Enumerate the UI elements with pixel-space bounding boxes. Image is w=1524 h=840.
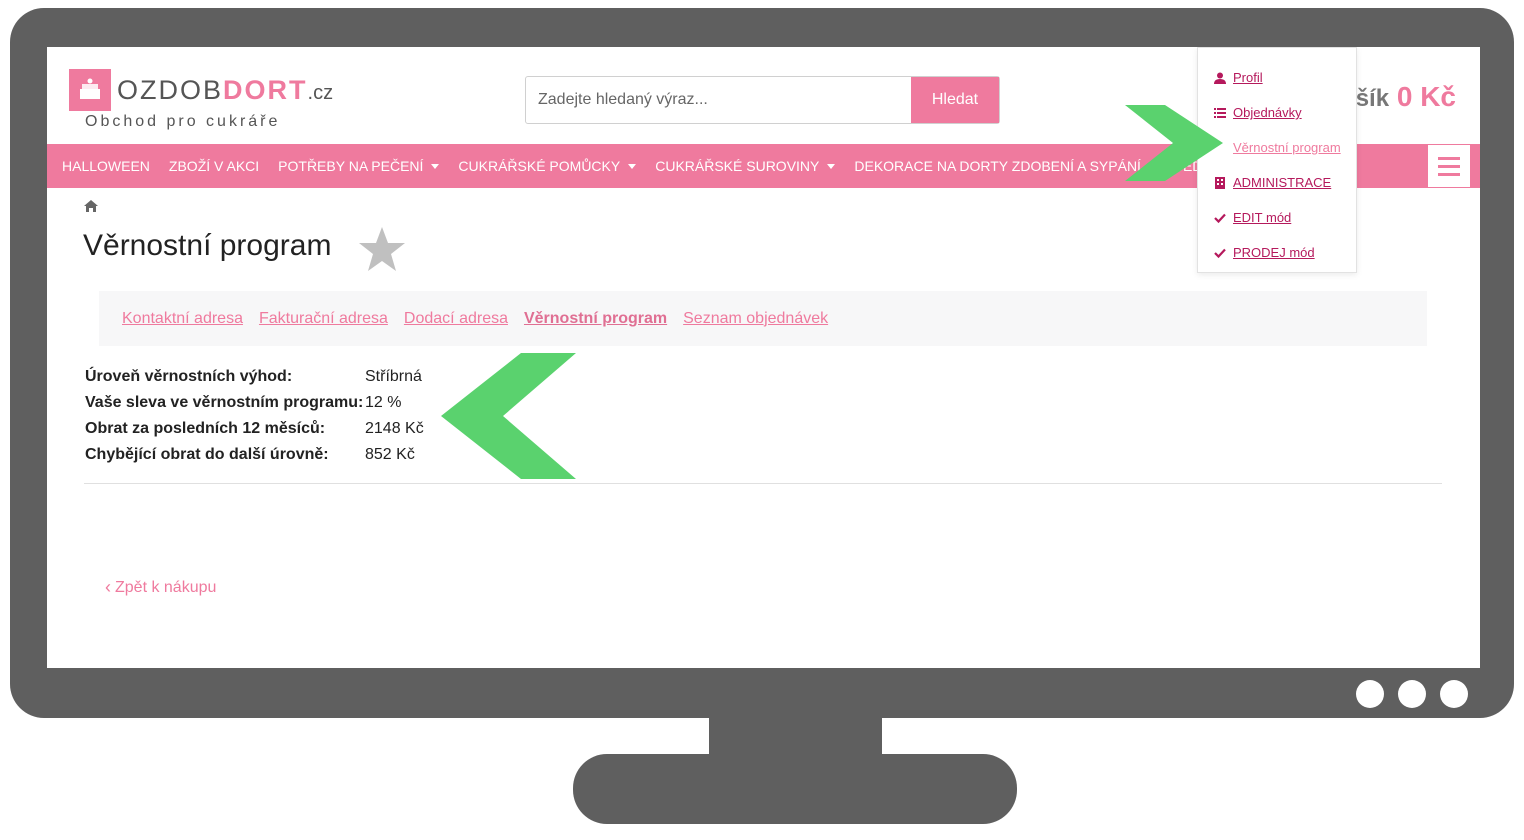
loyalty-label: Chybějící obrat do další úrovně: [85,446,329,463]
tab-link[interactable]: Věrnostní program [524,310,667,328]
tab-link[interactable]: Kontaktní adresa [122,310,243,328]
nav-item-label: ZBOŽÍ V AKCI [168,158,260,174]
monitor-dots [1356,680,1468,708]
nav-item[interactable]: DEKORACE NA DORTY ZDOBENÍ A SYPÁNÍ [854,158,1157,174]
loyalty-row: Chybějící obrat do další úrovně: 852 Kč [85,442,424,468]
monitor-base [573,754,1017,824]
divider [84,483,1442,484]
hamburger-icon [1438,164,1460,168]
loyalty-label: Obrat za posledních 12 měsíců: [85,420,326,437]
cart-value: 0 Kč [1396,81,1456,112]
monitor-dot [1440,680,1468,708]
dropdown-item-label: Profil [1233,70,1263,85]
tab-link[interactable]: Fakturační adresa [259,310,388,328]
caret-down-icon [628,163,637,169]
green-arrow-right-icon [1125,105,1223,181]
nav-item-label: CUKRÁŘSKÉ SUROVINY [655,158,820,174]
back-link-label: Zpět k nákupu [115,578,217,596]
search-bar: Hledat [525,76,1000,124]
loyalty-value: 12 % [365,394,402,411]
loyalty-value: Stříbrná [365,368,422,385]
loyalty-label: Vaše sleva ve věrnostním programu: [85,394,364,411]
logo-tagline: Obchod pro cukráře [85,113,281,130]
hamburger-menu-button[interactable] [1427,144,1471,188]
logo-wordmark: OZDOBDORT.cz [117,74,334,105]
tab-link[interactable]: Dodací adresa [404,310,508,328]
nav-item-label: HALLOWEEN [62,158,150,174]
dropdown-item-label: EDIT mód [1233,210,1292,225]
home-icon[interactable] [83,199,99,213]
loyalty-row: Úroveň věrnostních výhod: Stříbrná [85,364,424,390]
nav-item[interactable]: ZBOŽÍ V AKCI [169,158,259,174]
site-logo[interactable]: OZDOBDORT.cz Obchod pro cukráře [69,69,333,131]
loyalty-label: Úroveň věrnostních výhod: [85,368,293,385]
search-input[interactable] [526,77,911,123]
caret-down-icon [827,163,836,169]
dropdown-item-label: Objednávky [1233,105,1302,120]
hamburger-icon [1438,156,1460,160]
loyalty-value: 852 Kč [365,446,415,463]
nav-item[interactable]: POTŘEBY NA PEČENÍ [278,158,440,174]
search-button[interactable]: Hledat [911,77,999,123]
loyalty-row: Obrat za posledních 12 měsíců: 2148 Kč [85,416,424,442]
dropdown-item[interactable]: EDIT mód [1198,200,1356,235]
dropdown-item-label: Věrnostní program [1233,140,1341,155]
check-icon [1214,212,1226,224]
screen: OZDOBDORT.cz Obchod pro cukráře Hledat š… [47,47,1480,668]
monitor-dot [1398,680,1426,708]
cart-label: šík [1355,85,1390,112]
check-icon [1214,247,1226,259]
hamburger-icon [1438,172,1460,176]
loyalty-row: Vaše sleva ve věrnostním programu: 12 % [85,390,424,416]
dropdown-item[interactable]: PRODEJ mód [1198,235,1356,270]
user-icon [1214,72,1226,84]
cart-summary[interactable]: šík 0 Kč [1356,81,1456,113]
nav-item-label: CUKRÁŘSKÉ POMŮCKY [458,158,621,174]
tab-link[interactable]: Seznam objednávek [683,310,828,328]
dropdown-item-label: PRODEJ mód [1233,245,1315,260]
loyalty-info: Úroveň věrnostních výhod: Stříbrná Vaše sl… [85,364,424,468]
nav-item[interactable]: HALLOWEEN [62,158,150,174]
nav-item-label: POTŘEBY NA PEČENÍ [278,158,424,174]
cake-icon [69,69,111,111]
green-arrow-left-icon [441,353,576,479]
nav-item-label: DEKORACE NA DORTY ZDOBENÍ A SYPÁNÍ [854,158,1141,174]
dropdown-item-label: ADMINISTRACE [1233,175,1332,190]
chevron-left-icon: ‹ [105,577,111,597]
loyalty-value: 2148 Kč [365,420,424,437]
nav-item[interactable]: CUKRÁŘSKÉ POMŮCKY [458,158,637,174]
star-icon[interactable] [357,225,407,275]
account-tabs: Kontaktní adresa Fakturační adresa Dodací … [99,291,1427,346]
monitor-dot [1356,680,1384,708]
dropdown-item[interactable]: Profil [1198,60,1356,95]
caret-down-icon [431,163,440,169]
page-title: Věrnostní program [83,229,332,262]
back-to-shop-link[interactable]: ‹ Zpět k nákupu [105,577,216,598]
nav-item[interactable]: CUKRÁŘSKÉ SUROVINY [655,158,836,174]
